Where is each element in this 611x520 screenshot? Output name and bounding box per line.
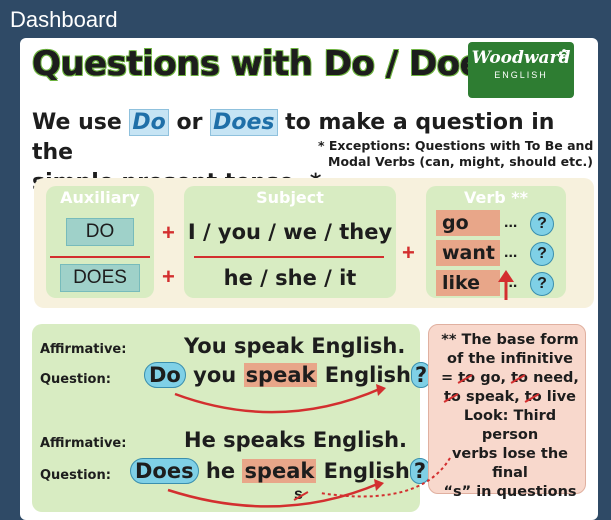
- removed-s: s: [294, 486, 303, 504]
- auxiliary-header: Auxiliary: [60, 188, 140, 207]
- plus-sign: +: [402, 240, 415, 265]
- rule-line: “s” in questions: [443, 484, 577, 500]
- intro-part1: We use: [32, 110, 130, 135]
- verb-highlight: speak: [243, 363, 318, 387]
- plus-sign: +: [162, 220, 175, 245]
- brand-logo: ✿ Woodward ENGLISH: [468, 42, 574, 98]
- page-title: Questions with Do / Does: [32, 44, 502, 84]
- rule-line: = to go, to need,: [441, 370, 579, 386]
- verb-dots: ...: [504, 214, 518, 231]
- affirmative-sentence: He speaks English.: [184, 428, 408, 452]
- auxiliary-box: Auxiliary DO DOES: [46, 186, 154, 298]
- plus-sign: +: [162, 264, 175, 289]
- verb-like: like: [436, 270, 500, 296]
- question-mark-icon: ?: [530, 242, 554, 266]
- q-subject: you: [185, 363, 244, 387]
- window-title: Dashboard: [10, 7, 118, 32]
- subject-box: Subject I / you / we / they he / she / i…: [184, 186, 396, 298]
- lesson-card: Questions with Do / Does ✿ Woodward ENGL…: [20, 38, 598, 520]
- rule-line: verbs lose the final: [451, 446, 569, 481]
- rule-line: to speak, to live: [444, 389, 576, 405]
- rule-line: Look: Third person: [463, 408, 557, 443]
- verb-go: go: [436, 210, 500, 236]
- note-line2: Modal Verbs (can, might, should etc.): [328, 154, 593, 169]
- affirmative-label: Affirmative:: [40, 436, 127, 451]
- structure-panel: Auxiliary DO DOES + + Subject I / you / …: [34, 178, 594, 308]
- q-rest: English: [316, 459, 410, 483]
- logo-sub: ENGLISH: [494, 70, 548, 80]
- fern-icon: ✿: [558, 46, 570, 62]
- question-sentence: Does he speak English?: [130, 458, 431, 484]
- verb-want: want: [436, 240, 500, 266]
- q-subject: he: [198, 459, 243, 483]
- subject-third: he / she / it: [223, 266, 357, 290]
- verb-dots: ...: [504, 274, 518, 291]
- removed-s-letter: s: [294, 486, 303, 503]
- aux-does: DOES: [60, 264, 140, 292]
- question-label: Question:: [40, 468, 111, 483]
- affirmative-label: Affirmative:: [40, 342, 127, 357]
- subject-plural: I / you / we / they: [187, 220, 393, 244]
- q-rest: English: [317, 363, 411, 387]
- window-titlebar: Dashboard: [0, 0, 611, 42]
- aux-do: DO: [66, 218, 134, 246]
- affirmative-sentence: You speak English.: [184, 334, 406, 358]
- rule-note: ** The base form of the infinitive = to …: [428, 324, 586, 500]
- note-line1: * Exceptions: Questions with To Be and: [318, 138, 594, 153]
- subject-divider: [194, 256, 384, 258]
- verb-box: Verb ** go ... ? want ... ? like ... ?: [426, 186, 566, 298]
- aux-oval: Does: [130, 458, 199, 484]
- question-sentence: Do you speak English?: [144, 362, 432, 388]
- verb-highlight: speak: [242, 459, 317, 483]
- aux-divider: [50, 256, 150, 258]
- exceptions-note: * Exceptions: Questions with To Be and M…: [318, 138, 593, 170]
- does-highlight: Does: [210, 109, 278, 136]
- subject-header: Subject: [256, 188, 324, 207]
- question-mark-icon: ?: [530, 212, 554, 236]
- verb-header: Verb **: [463, 188, 528, 207]
- question-mark-icon: ?: [530, 272, 554, 296]
- question-label: Question:: [40, 372, 111, 387]
- examples-panel: Affirmative: You speak English. Question…: [32, 324, 432, 512]
- do-highlight: Do: [129, 109, 169, 136]
- rule-line: ** The base form: [441, 332, 579, 348]
- intro-or: or: [168, 110, 211, 135]
- rule-line: of the infinitive: [447, 351, 573, 367]
- aux-oval: Do: [144, 362, 186, 388]
- rule-text: ** The base form of the infinitive = to …: [435, 331, 585, 502]
- verb-dots: ...: [504, 244, 518, 261]
